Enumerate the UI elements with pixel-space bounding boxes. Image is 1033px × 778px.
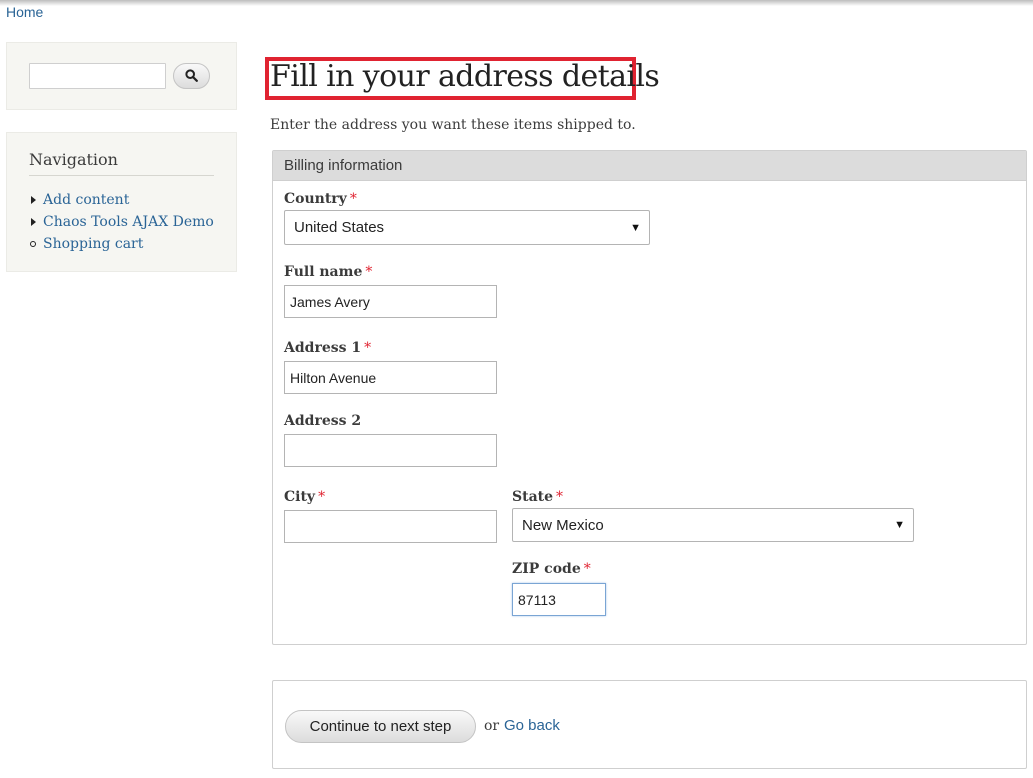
form-actions: Continue to next step or Go back [272,680,1027,769]
billing-fieldset: Billing information Country * United Stat… [272,150,1027,645]
full-name-label-text: Full name [284,264,363,280]
nav-item-shopping-cart: Shopping cart [29,233,214,255]
dropdown-arrow-icon: ▼ [894,519,905,531]
continue-button[interactable]: Continue to next step [285,710,476,743]
nav-link-add-content[interactable]: Add content [43,192,129,208]
nav-link-chaos-tools-ajax-demo[interactable]: Chaos Tools AJAX Demo [43,214,214,230]
search-block [6,42,237,110]
country-label-text: Country [284,191,347,207]
nav-item-chaos-tools: Chaos Tools AJAX Demo [29,211,214,233]
navigation-menu: Add content Chaos Tools AJAX Demo Shoppi… [29,189,214,255]
nav-link-shopping-cart[interactable]: Shopping cart [43,236,143,252]
search-icon [185,67,198,86]
dropdown-arrow-icon: ▼ [630,221,641,234]
or-text: or [484,718,500,734]
zip-label-text: ZIP code [512,561,581,577]
navigation-block: Navigation Add content Chaos Tools AJAX … [6,132,237,272]
city-label: City * [284,489,325,505]
navigation-title: Navigation [29,150,214,176]
address2-field[interactable] [284,434,497,467]
zip-label: ZIP code * [512,561,591,577]
collapsed-triangle-icon [31,196,36,204]
address1-label-text: Address 1 [284,340,362,356]
state-label: State * [512,489,563,505]
full-name-label: Full name * [284,264,372,280]
collapsed-triangle-icon [31,218,36,226]
circle-bullet-icon [30,241,36,247]
address2-label-text: Address 2 [284,413,362,429]
required-marker: * [349,191,357,207]
required-marker: * [364,340,372,356]
required-marker: * [583,561,591,577]
required-marker: * [318,489,326,505]
state-select-value: New Mexico [522,516,604,534]
zip-code-value: 87113 [518,591,556,608]
page-description: Enter the address you want these items s… [270,117,636,133]
address1-field[interactable]: Hilton Avenue [284,361,497,394]
country-label: Country * [284,191,357,207]
country-select-value: United States [294,219,385,236]
address2-label: Address 2 [284,413,361,429]
required-marker: * [365,264,373,280]
breadcrumb-home-link[interactable]: Home [6,4,43,20]
full-name-value: James Avery [290,293,370,310]
nav-item-add-content: Add content [29,189,214,211]
address1-value: Hilton Avenue [290,369,377,386]
search-input[interactable] [29,63,166,89]
billing-legend: Billing information [273,151,1026,181]
page-title: Fill in your address details [270,59,660,94]
zip-code-field[interactable]: 87113 [512,583,606,616]
required-marker: * [556,489,564,505]
search-button[interactable] [173,63,210,89]
state-label-text: State [512,489,554,505]
state-select[interactable]: New Mexico ▼ [512,508,914,542]
top-shadow [0,0,1033,6]
full-name-field[interactable]: James Avery [284,285,497,318]
city-label-text: City [284,489,316,505]
address1-label: Address 1 * [284,340,371,356]
city-field[interactable] [284,510,497,543]
country-select[interactable]: United States ▼ [284,210,650,245]
go-back-link[interactable]: Go back [504,717,560,734]
